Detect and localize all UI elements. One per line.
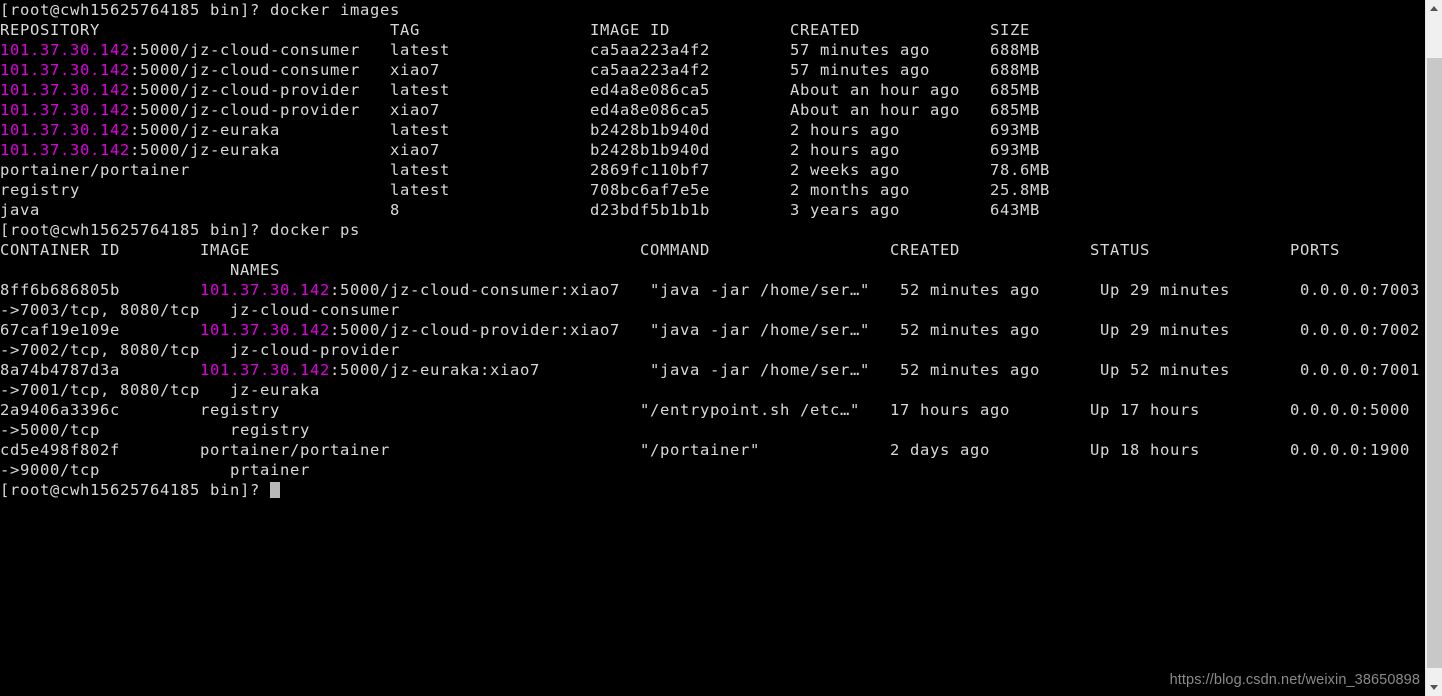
terminal-text: ->9000/tcp prtainer (0, 461, 310, 479)
registry-host-text: 101.37.30.142 (0, 141, 130, 159)
terminal-output: [root@cwh15625764185 bin]? docker images… (0, 0, 1420, 500)
terminal-text: REPOSITORY TAG IMAGE ID CREATED SIZE (0, 21, 1030, 39)
terminal-line-images-row-4: 101.37.30.142:5000/jz-cloud-provider xia… (0, 100, 1420, 120)
terminal-line-ps-row-5a: cd5e498f802f portainer/portainer "/porta… (0, 440, 1420, 460)
registry-host-text: 101.37.30.142 (0, 101, 130, 119)
terminal-line-images-row-5: 101.37.30.142:5000/jz-euraka latest b242… (0, 120, 1420, 140)
terminal-text: ->5000/tcp registry (0, 421, 310, 439)
registry-host-text: 101.37.30.142 (200, 321, 330, 339)
terminal-text: :5000/jz-cloud-consumer xiao7 ca5aa223a4… (130, 61, 1040, 79)
terminal-text: ->7003/tcp, 8080/tcp jz-cloud-consumer (0, 301, 400, 319)
terminal-text: [root@cwh15625764185 bin]? docker ps (0, 221, 360, 239)
terminal-line-images-row-8: registry latest 708bc6af7e5e 2 months ag… (0, 180, 1420, 200)
terminal-line-ps-row-1b: ->7003/tcp, 8080/tcp jz-cloud-consumer (0, 300, 1420, 320)
scrollbar-thumb[interactable] (1427, 58, 1442, 668)
terminal-line-prompt-final: [root@cwh15625764185 bin]? (0, 480, 1420, 500)
terminal-text: :5000/jz-euraka latest b2428b1b940d 2 ho… (130, 121, 1040, 139)
terminal-text: :5000/jz-euraka:xiao7 "java -jar /home/s… (330, 361, 1420, 379)
terminal-text: 8ff6b686805b (0, 281, 200, 299)
terminal-line-ps-row-3b: ->7001/tcp, 8080/tcp jz-euraka (0, 380, 1420, 400)
terminal-line-images-row-3: 101.37.30.142:5000/jz-cloud-provider lat… (0, 80, 1420, 100)
terminal-line-ps-row-4b: ->5000/tcp registry (0, 420, 1420, 440)
chevron-up-icon (1430, 6, 1438, 11)
terminal-line-ps-row-3a: 8a74b4787d3a 101.37.30.142:5000/jz-eurak… (0, 360, 1420, 380)
terminal-text: 2a9406a3396c registry "/entrypoint.sh /e… (0, 401, 1410, 419)
terminal-line-ps-row-4a: 2a9406a3396c registry "/entrypoint.sh /e… (0, 400, 1420, 420)
terminal-text: :5000/jz-euraka xiao7 b2428b1b940d 2 hou… (130, 141, 1040, 159)
terminal-text: [root@cwh15625764185 bin]? docker images (0, 1, 400, 19)
terminal-line-ps-row-2b: ->7002/tcp, 8080/tcp jz-cloud-provider (0, 340, 1420, 360)
terminal-text: 8a74b4787d3a (0, 361, 200, 379)
registry-host-text: 101.37.30.142 (0, 61, 130, 79)
registry-host-text: 101.37.30.142 (200, 361, 330, 379)
terminal-text: :5000/jz-cloud-provider xiao7 ed4a8e086c… (130, 101, 1040, 119)
terminal-text: CONTAINER ID IMAGE COMMAND CREATED STATU… (0, 241, 1340, 259)
terminal-cursor (270, 482, 280, 498)
terminal-line-ps-header-1: CONTAINER ID IMAGE COMMAND CREATED STATU… (0, 240, 1420, 260)
terminal-text: ->7001/tcp, 8080/tcp jz-euraka (0, 381, 320, 399)
terminal-line-cmd-docker-ps: [root@cwh15625764185 bin]? docker ps (0, 220, 1420, 240)
terminal-text: registry latest 708bc6af7e5e 2 months ag… (0, 181, 1050, 199)
terminal-line-images-row-2: 101.37.30.142:5000/jz-cloud-consumer xia… (0, 60, 1420, 80)
terminal-text: :5000/jz-cloud-consumer latest ca5aa223a… (130, 41, 1040, 59)
terminal-line-ps-row-2a: 67caf19e109e 101.37.30.142:5000/jz-cloud… (0, 320, 1420, 340)
terminal-line-ps-row-1a: 8ff6b686805b 101.37.30.142:5000/jz-cloud… (0, 280, 1420, 300)
terminal-text: [root@cwh15625764185 bin]? (0, 481, 270, 499)
terminal-line-images-row-7: portainer/portainer latest 2869fc110bf7 … (0, 160, 1420, 180)
terminal-line-images-row-6: 101.37.30.142:5000/jz-euraka xiao7 b2428… (0, 140, 1420, 160)
csdn-watermark: https://blog.csdn.net/weixin_38650898 (1169, 672, 1420, 688)
registry-host-text: 101.37.30.142 (0, 41, 130, 59)
chevron-down-icon (1430, 685, 1438, 690)
terminal-window[interactable]: [root@cwh15625764185 bin]? docker images… (0, 0, 1425, 696)
registry-host-text: 101.37.30.142 (200, 281, 330, 299)
terminal-line-cmd-docker-images: [root@cwh15625764185 bin]? docker images (0, 0, 1420, 20)
terminal-text: ->7002/tcp, 8080/tcp jz-cloud-provider (0, 341, 400, 359)
terminal-text: :5000/jz-cloud-provider latest ed4a8e086… (130, 81, 1040, 99)
terminal-text: :5000/jz-cloud-consumer:xiao7 "java -jar… (330, 281, 1420, 299)
terminal-text: java 8 d23bdf5b1b1b 3 years ago 643MB (0, 201, 1040, 219)
registry-host-text: 101.37.30.142 (0, 121, 130, 139)
terminal-line-ps-header-2: NAMES (0, 260, 1420, 280)
terminal-text: portainer/portainer latest 2869fc110bf7 … (0, 161, 1050, 179)
registry-host-text: 101.37.30.142 (0, 81, 130, 99)
terminal-line-ps-row-5b: ->9000/tcp prtainer (0, 460, 1420, 480)
terminal-text: 67caf19e109e (0, 321, 200, 339)
scroll-down-button[interactable] (1426, 679, 1442, 696)
terminal-line-images-header: REPOSITORY TAG IMAGE ID CREATED SIZE (0, 20, 1420, 40)
terminal-line-images-row-9: java 8 d23bdf5b1b1b 3 years ago 643MB (0, 200, 1420, 220)
scroll-up-button[interactable] (1426, 0, 1442, 17)
vertical-scrollbar[interactable] (1425, 0, 1442, 696)
terminal-line-images-row-1: 101.37.30.142:5000/jz-cloud-consumer lat… (0, 40, 1420, 60)
terminal-text: cd5e498f802f portainer/portainer "/porta… (0, 441, 1410, 459)
terminal-text: NAMES (0, 261, 280, 279)
terminal-text: :5000/jz-cloud-provider:xiao7 "java -jar… (330, 321, 1420, 339)
